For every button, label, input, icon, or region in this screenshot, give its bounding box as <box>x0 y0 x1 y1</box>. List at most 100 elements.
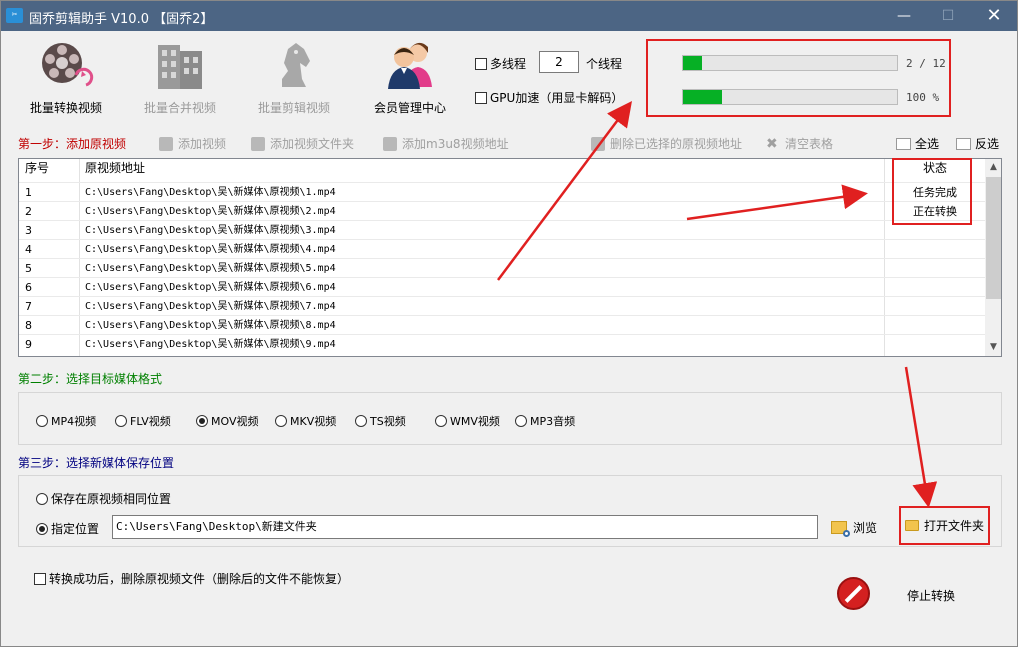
folder-search-icon <box>831 521 850 537</box>
custom-location-radio[interactable]: 指定位置 <box>36 520 99 537</box>
open-folder-button[interactable]: 打开文件夹 <box>899 506 990 545</box>
table-header: 序号 原视频地址 状态 <box>19 159 985 178</box>
delete-selected-button[interactable]: 删除已选择的原视频地址 <box>591 135 742 152</box>
stop-icon[interactable] <box>837 577 870 610</box>
radio-dot[interactable] <box>36 492 48 505</box>
radio-dot[interactable] <box>355 415 367 427</box>
maximize-button[interactable]: ☐ <box>925 1 971 31</box>
row-path: C:\Users\Fang\Desktop\吴\新媒体\原视频\4.mp4 <box>85 244 336 255</box>
close-button[interactable]: ✕ <box>971 1 1017 31</box>
add-video-label: 添加视频 <box>178 137 227 151</box>
table-row[interactable]: 1 C:\Users\Fang\Desktop\吴\新媒体\原视频\1.mp4 … <box>19 182 985 201</box>
browse-button[interactable]: 浏览 <box>831 519 877 537</box>
format-label: MP3音频 <box>530 415 576 428</box>
file-progress-bar <box>682 55 898 71</box>
format-label: WMV视频 <box>450 415 500 428</box>
format-radio-mp3[interactable]: MP3音频 <box>515 413 575 429</box>
format-radio-mov[interactable]: MOV视频 <box>196 413 258 429</box>
add-m3u8-label: 添加m3u8视频地址 <box>402 137 509 151</box>
clear-x-icon: ✖ <box>766 135 778 152</box>
format-radio-mkv[interactable]: MKV视频 <box>275 413 336 429</box>
add-video-icon <box>159 136 173 151</box>
table-row[interactable]: 8 C:\Users\Fang\Desktop\吴\新媒体\原视频\8.mp4 <box>19 315 985 334</box>
delete-icon <box>591 136 605 151</box>
radio-dot[interactable] <box>435 415 447 427</box>
add-m3u8-button[interactable]: 添加m3u8视频地址 <box>383 135 509 152</box>
add-m3u8-icon <box>383 136 397 151</box>
row-status <box>887 297 983 316</box>
percent-progress-text: 100 % <box>906 91 940 104</box>
delete-original-checkbox-box[interactable] <box>34 572 46 585</box>
save-path-input[interactable]: C:\Users\Fang\Desktop\新建文件夹 <box>112 515 818 539</box>
table-row[interactable]: 5 C:\Users\Fang\Desktop\吴\新媒体\原视频\5.mp4 <box>19 258 985 277</box>
row-no: 9 <box>25 338 32 351</box>
row-status <box>887 316 983 335</box>
row-path: C:\Users\Fang\Desktop\吴\新媒体\原视频\2.mp4 <box>85 206 336 217</box>
radio-dot-selected[interactable] <box>196 415 208 427</box>
window-title: 固乔剪辑助手 V10.0 【固乔2】 <box>29 12 214 27</box>
film-reel-icon <box>38 37 94 93</box>
delete-selected-label: 删除已选择的原视频地址 <box>610 137 743 151</box>
batch-convert-button[interactable]: 批量转换视频 <box>11 37 121 116</box>
thread-count-input[interactable]: 2 <box>539 51 579 73</box>
format-radio-wmv[interactable]: WMV视频 <box>435 413 500 429</box>
format-radio-mp4[interactable]: MP4视频 <box>36 413 96 429</box>
format-radio-ts[interactable]: TS视频 <box>355 413 406 429</box>
add-folder-button[interactable]: 添加视频文件夹 <box>251 135 354 152</box>
stop-conversion-button[interactable]: 停止转换 <box>907 587 955 604</box>
clear-table-button[interactable]: ✖ 清空表格 <box>766 135 833 152</box>
clear-table-label: 清空表格 <box>785 137 834 151</box>
scrollbar-thumb[interactable] <box>986 177 1001 299</box>
custom-location-label: 指定位置 <box>51 522 100 536</box>
batch-cut-label: 批量剪辑视频 <box>257 101 330 115</box>
header-no[interactable]: 序号 <box>25 159 77 178</box>
multithread-checkbox[interactable]: 多线程 <box>475 55 526 72</box>
row-status <box>887 278 983 297</box>
scroll-down-arrow-icon[interactable]: ▼ <box>985 339 1001 356</box>
select-all-button[interactable]: 全选 <box>896 135 939 152</box>
radio-dot[interactable] <box>515 415 527 427</box>
row-status <box>887 335 983 354</box>
select-all-icon <box>896 137 911 150</box>
radio-dot[interactable] <box>36 415 48 427</box>
progress-highlight-box: 2 / 12 100 % <box>646 39 951 117</box>
table-row[interactable]: 2 C:\Users\Fang\Desktop\吴\新媒体\原视频\2.mp4 … <box>19 201 985 220</box>
format-options-group: MP4视频 FLV视频 MOV视频 MKV视频 TS视频 WMV视频 MP3音频 <box>18 392 1002 445</box>
table-scrollbar[interactable]: ▲ ▼ <box>985 159 1001 356</box>
gpu-acceleration-checkbox[interactable]: GPU加速（用显卡解码） <box>475 89 623 106</box>
multithread-checkbox-box[interactable] <box>475 57 487 70</box>
member-center-label: 会员管理中心 <box>373 101 446 115</box>
folder-icon <box>904 520 919 531</box>
percent-progress-bar <box>682 89 898 105</box>
batch-cut-button[interactable]: 批量剪辑视频 <box>239 37 349 116</box>
radio-dot-selected[interactable] <box>36 522 48 535</box>
users-icon <box>382 37 438 93</box>
delete-original-checkbox[interactable]: 转换成功后，删除原视频文件（删除后的文件不能恢复） <box>34 570 349 587</box>
table-row[interactable]: 3 C:\Users\Fang\Desktop\吴\新媒体\原视频\3.mp4 <box>19 220 985 239</box>
scroll-up-arrow-icon[interactable]: ▲ <box>985 159 1001 176</box>
table-row[interactable]: 9 C:\Users\Fang\Desktop\吴\新媒体\原视频\9.mp4 <box>19 334 985 353</box>
gpu-acceleration-label: GPU加速（用显卡解码） <box>490 91 624 105</box>
video-file-table[interactable]: 序号 原视频地址 状态 1 C:\Users\Fang\Desktop\吴\新媒… <box>18 158 1002 357</box>
radio-dot[interactable] <box>275 415 287 427</box>
format-label: TS视频 <box>370 415 406 428</box>
format-radio-flv[interactable]: FLV视频 <box>115 413 171 429</box>
add-video-button[interactable]: 添加视频 <box>159 135 226 152</box>
table-row[interactable]: 6 C:\Users\Fang\Desktop\吴\新媒体\原视频\6.mp4 <box>19 277 985 296</box>
row-path: C:\Users\Fang\Desktop\吴\新媒体\原视频\3.mp4 <box>85 225 336 236</box>
row-status <box>887 240 983 259</box>
open-folder-label: 打开文件夹 <box>923 519 984 533</box>
invert-selection-button[interactable]: 反选 <box>956 135 999 152</box>
batch-merge-button[interactable]: 批量合并视频 <box>125 37 235 116</box>
same-location-radio[interactable]: 保存在原视频相同位置 <box>36 490 171 507</box>
member-center-button[interactable]: 会员管理中心 <box>355 37 465 116</box>
table-row[interactable]: 4 C:\Users\Fang\Desktop\吴\新媒体\原视频\4.mp4 <box>19 239 985 258</box>
header-path[interactable]: 原视频地址 <box>85 159 885 178</box>
row-path: C:\Users\Fang\Desktop\吴\新媒体\原视频\6.mp4 <box>85 282 336 293</box>
title-bar[interactable]: ✂ 固乔剪辑助手 V10.0 【固乔2】 — ☐ ✕ <box>1 1 1017 31</box>
table-row[interactable]: 7 C:\Users\Fang\Desktop\吴\新媒体\原视频\7.mp4 <box>19 296 985 315</box>
radio-dot[interactable] <box>115 415 127 427</box>
minimize-button[interactable]: — <box>881 1 927 31</box>
step1-label: 第一步：添加原视频 <box>18 137 127 151</box>
gpu-checkbox-box[interactable] <box>475 91 487 104</box>
